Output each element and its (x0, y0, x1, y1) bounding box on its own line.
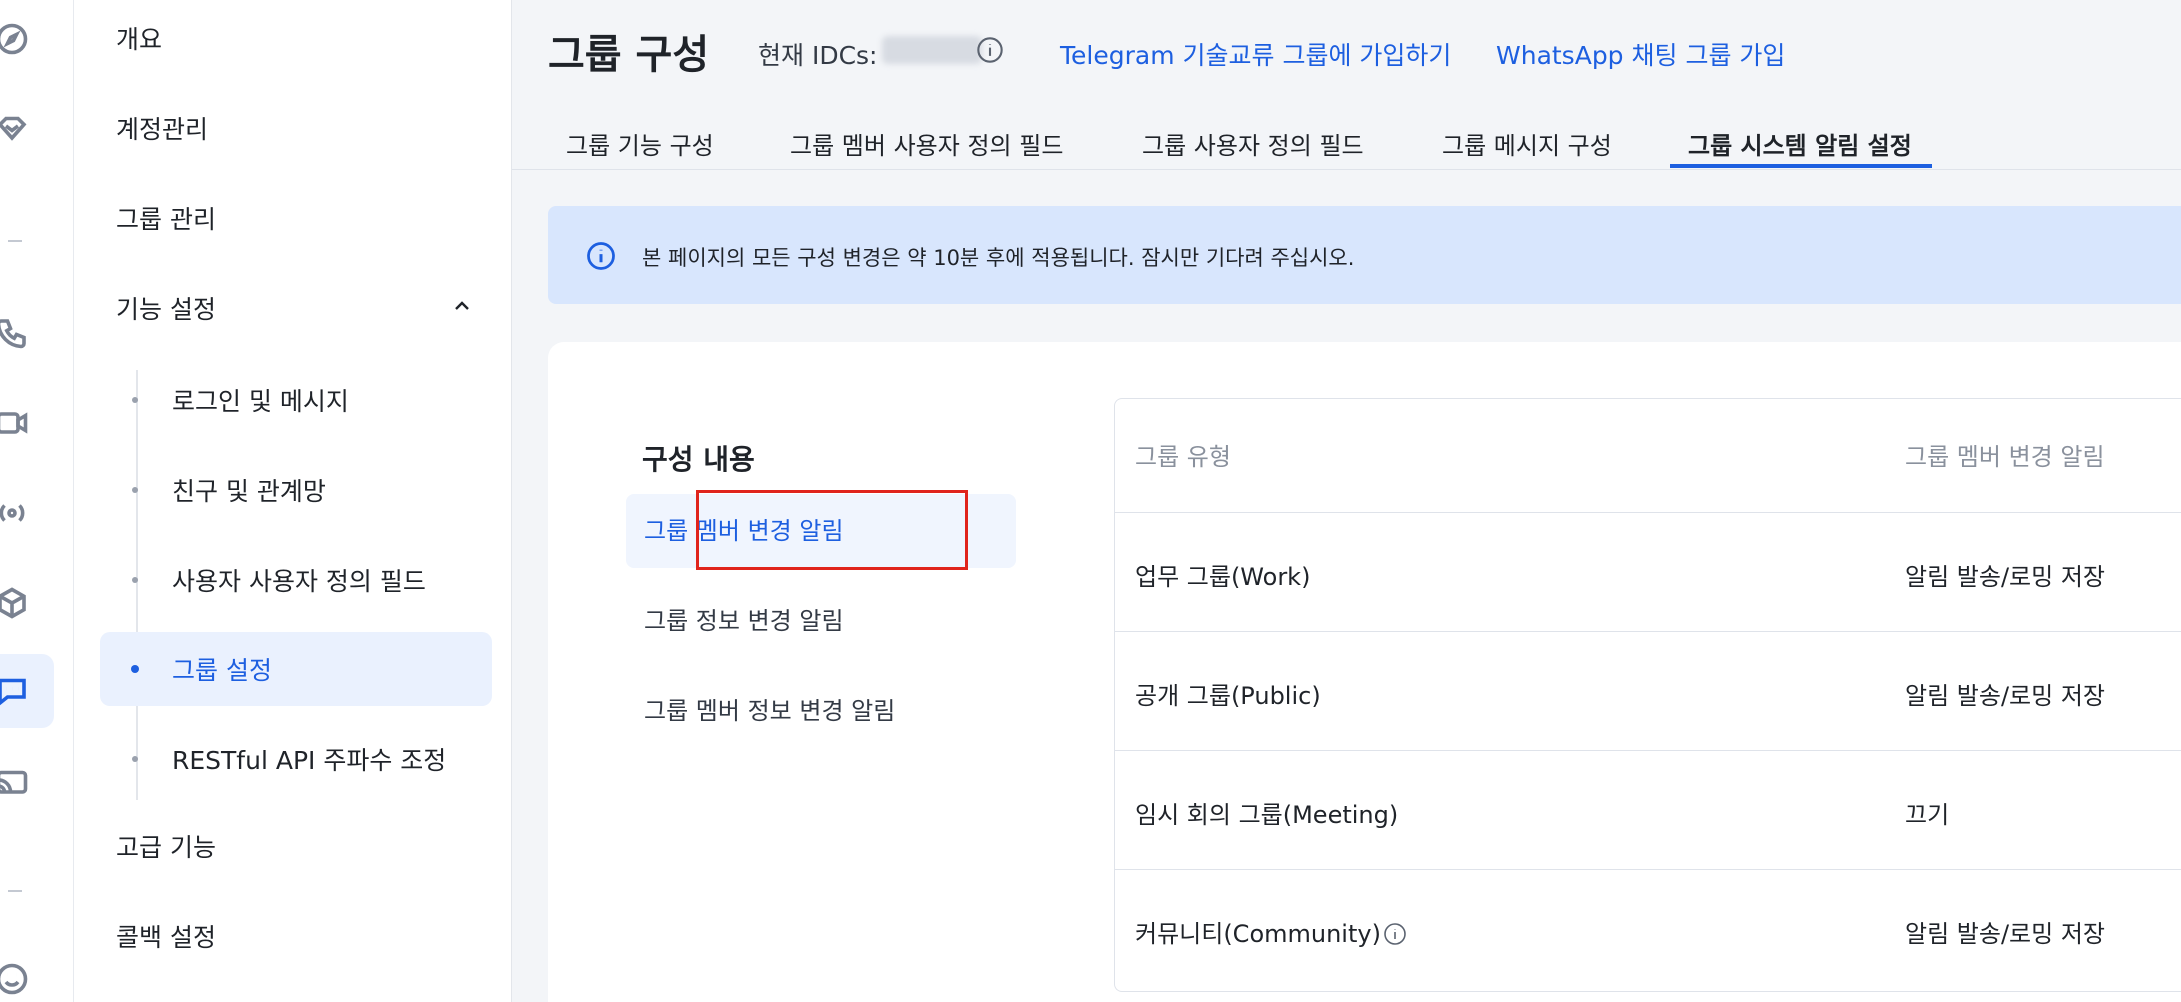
table-row: 커뮤니티(Community) 알림 발송/로밍 저장 (1115, 869, 2181, 988)
info-icon[interactable] (1383, 922, 1407, 946)
cell-group-type: 임시 회의 그룹(Meeting) (1135, 801, 1399, 829)
menu-member-info-change-notice[interactable]: 그룹 멤버 정보 변경 알림 (626, 674, 1016, 748)
cell-notice-value: 알림 발송/로밍 저장 (1905, 920, 2105, 948)
sidebar-subitem-friends[interactable]: 친구 및 관계망 (100, 453, 492, 527)
main-content: 그룹 구성 현재 IDCs: Telegram 기술교류 그룹에 가입하기 Wh… (512, 0, 2181, 1002)
compass-icon[interactable] (0, 14, 40, 64)
sidebar-item-account[interactable]: 계정관리 (116, 110, 208, 150)
sidebar: 개요 계정관리 그룹 관리 기능 설정 로그인 및 메시지 친구 및 관계망 사… (74, 0, 512, 1002)
cell-notice-value: 끄기 (1905, 801, 1950, 829)
sidebar-subitem-label: 친구 및 관계망 (172, 477, 326, 506)
sidebar-subitem-user-custom-fields[interactable]: 사용자 사용자 정의 필드 (100, 543, 492, 617)
bullet-dot (131, 665, 139, 673)
highlight-box (696, 490, 968, 570)
tab-group-custom-fields[interactable]: 그룹 사용자 정의 필드 (1142, 126, 1364, 170)
tab-group-messages[interactable]: 그룹 메시지 구성 (1442, 126, 1612, 170)
tab-member-custom-fields[interactable]: 그룹 멤버 사용자 정의 필드 (790, 126, 1063, 170)
info-icon[interactable] (976, 36, 1004, 64)
notice-text: 본 페이지의 모든 구성 변경은 약 10분 후에 적용됩니다. 잠시만 기다려… (642, 246, 1355, 270)
idc-label: 현재 IDCs: (758, 41, 878, 70)
bullet-dot (132, 577, 138, 583)
icon-rail (0, 0, 74, 1002)
diamond-icon[interactable] (0, 104, 40, 154)
active-tab-indicator (1670, 164, 1932, 168)
sidebar-subitem-group-settings[interactable]: 그룹 설정 (100, 632, 492, 706)
config-card: 구성 내용 그룹 멤버 변경 알림 그룹 정보 변경 알림 그룹 멤버 정보 변… (548, 342, 2181, 1002)
cast-icon[interactable] (0, 758, 40, 808)
rail-divider (8, 240, 22, 242)
page-title: 그룹 구성 (548, 32, 710, 78)
phone-icon[interactable] (0, 308, 40, 358)
cell-notice-value: 알림 발송/로밍 저장 (1905, 682, 2105, 710)
info-icon (586, 241, 616, 271)
sidebar-subitem-login-message[interactable]: 로그인 및 메시지 (100, 363, 492, 437)
cell-group-type-with-icon: 커뮤니티(Community) (1135, 914, 1407, 949)
telegram-link[interactable]: Telegram 기술교류 그룹에 가입하기 (1060, 36, 1451, 72)
sidebar-subitem-label: 사용자 사용자 정의 필드 (172, 567, 426, 596)
broadcast-icon[interactable] (0, 488, 40, 538)
bullet-dot (132, 487, 138, 493)
sidebar-item-overview[interactable]: 개요 (116, 20, 162, 60)
sidebar-item-advanced[interactable]: 고급 기능 (116, 828, 216, 868)
chat-icon[interactable] (0, 654, 54, 728)
cell-group-type: 업무 그룹(Work) (1135, 563, 1311, 591)
table-header-group-type: 그룹 유형 (1135, 443, 1231, 471)
table-row: 업무 그룹(Work) 알림 발송/로밍 저장 (1115, 512, 2181, 631)
whatsapp-link[interactable]: WhatsApp 채팅 그룹 가입 (1496, 36, 1785, 72)
table-row: 공개 그룹(Public) 알림 발송/로밍 저장 (1115, 631, 2181, 750)
bullet-dot (132, 397, 138, 403)
config-title: 구성 내용 (642, 443, 755, 476)
cell-group-type: 공개 그룹(Public) (1135, 682, 1321, 710)
notice-banner: 본 페이지의 모든 구성 변경은 약 10분 후에 적용됩니다. 잠시만 기다려… (548, 206, 2181, 304)
rail-divider (8, 890, 22, 892)
cell-group-type: 커뮤니티(Community) (1135, 920, 1381, 948)
smiley-icon[interactable] (0, 954, 40, 1002)
sidebar-item-callback[interactable]: 콜백 설정 (116, 918, 216, 958)
tab-group-features[interactable]: 그룹 기능 구성 (566, 126, 714, 170)
sidebar-item-feature-settings[interactable]: 기능 설정 (116, 290, 216, 330)
sidebar-subitem-label: 로그인 및 메시지 (172, 387, 349, 416)
tab-bar: 그룹 기능 구성 그룹 멤버 사용자 정의 필드 그룹 사용자 정의 필드 그룹… (512, 120, 2181, 170)
notification-table: 그룹 유형 그룹 멤버 변경 알림 업무 그룹(Work) 알림 발송/로밍 저… (1114, 398, 2181, 992)
chevron-up-icon[interactable] (452, 296, 472, 316)
table-header-member-change: 그룹 멤버 변경 알림 (1905, 443, 2105, 471)
bullet-dot (132, 756, 138, 762)
video-icon[interactable] (0, 398, 40, 448)
sidebar-subitem-label: RESTful API 주파수 조정 (172, 746, 447, 775)
menu-group-info-change-notice[interactable]: 그룹 정보 변경 알림 (626, 584, 1016, 658)
cube-icon[interactable] (0, 578, 40, 628)
table-row: 임시 회의 그룹(Meeting) 끄기 (1115, 750, 2181, 869)
sidebar-subitem-restful-api[interactable]: RESTful API 주파수 조정 (100, 722, 492, 796)
cell-notice-value: 알림 발송/로밍 저장 (1905, 563, 2105, 591)
idc-value-redacted (882, 36, 982, 64)
sidebar-item-group-management[interactable]: 그룹 관리 (116, 200, 216, 240)
sidebar-subitem-label: 그룹 설정 (172, 656, 272, 685)
